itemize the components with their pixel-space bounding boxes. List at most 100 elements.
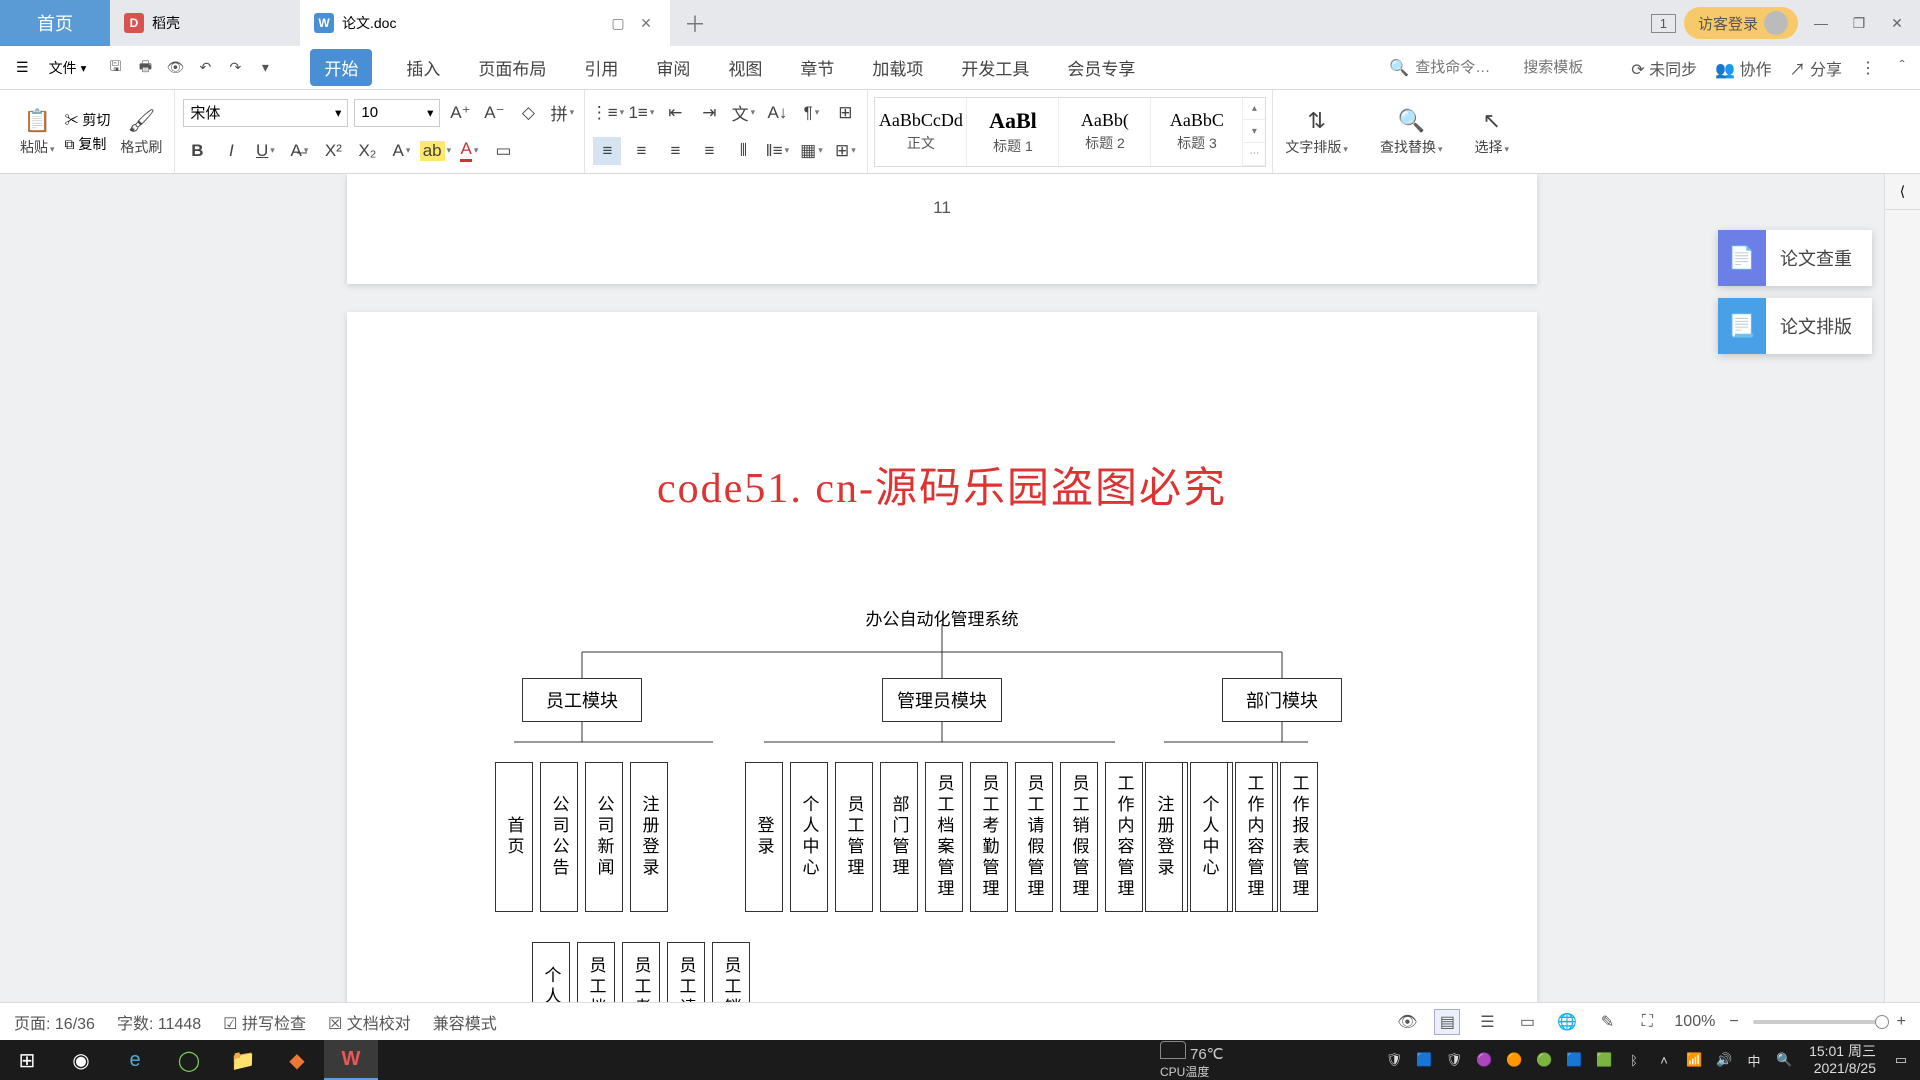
notifications-icon[interactable]: ▭ [1890, 1049, 1912, 1071]
tray-icon[interactable]: 🟢 [1533, 1049, 1555, 1071]
undo-icon[interactable]: ↶ [194, 57, 216, 79]
format-brush[interactable]: 🖌格式刷 [116, 107, 166, 157]
highlight-button[interactable]: ab [421, 137, 449, 165]
clear-format-icon[interactable]: ◇ [514, 99, 542, 127]
browser-icon[interactable]: ◯ [162, 1040, 216, 1080]
ribbon-tab[interactable]: 插入 [402, 49, 444, 86]
style-item[interactable]: AaBbC标题 3 [1151, 98, 1243, 166]
eye-icon[interactable]: 👁 [1394, 1009, 1420, 1035]
paper-layout-card[interactable]: 📃论文排版 [1718, 298, 1872, 354]
view-page-icon[interactable]: ▤ [1434, 1009, 1460, 1035]
search-command[interactable]: 🔍 [1389, 58, 1505, 78]
hamburger-icon[interactable]: ☰ [8, 55, 37, 80]
cut-button[interactable]: ✂ 剪切 [65, 110, 111, 130]
style-up-icon[interactable]: ▴ [1243, 98, 1265, 121]
text-effect-icon[interactable]: A [387, 137, 415, 165]
line-spacing-button[interactable]: ‖≡ [763, 137, 791, 165]
char-border-icon[interactable]: ▭ [489, 137, 517, 165]
login-button[interactable]: 访客登录 [1684, 7, 1798, 39]
tab-home[interactable]: 首页 [0, 0, 110, 46]
file-menu[interactable]: 文件 ▾ [41, 54, 95, 82]
status-page[interactable]: 页面: 16/36 [14, 1010, 95, 1034]
dec-indent-icon[interactable]: ⇤ [661, 99, 689, 127]
bold-button[interactable]: B [183, 137, 211, 165]
style-item[interactable]: AaBbCcDd正文 [875, 98, 967, 166]
find-replace-button[interactable]: 🔍查找替换 [1376, 107, 1447, 157]
search-tray-icon[interactable]: 🔍 [1773, 1049, 1795, 1071]
print-icon[interactable]: 🖶 [134, 57, 156, 79]
superscript-button[interactable]: X² [319, 137, 347, 165]
collapse-panel-icon[interactable]: ⟨ [1885, 174, 1920, 210]
tray-icon[interactable]: 🛡 [1443, 1049, 1465, 1071]
align-right-button[interactable]: ≡ [661, 137, 689, 165]
tab-close-icon[interactable]: ✕ [636, 13, 656, 33]
ribbon-tab[interactable]: 加载项 [868, 49, 927, 86]
annotate-icon[interactable]: ✎ [1594, 1009, 1620, 1035]
ribbon-tab[interactable]: 章节 [796, 49, 838, 86]
tray-icon[interactable]: 🟣 [1473, 1049, 1495, 1071]
tab-dk[interactable]: D 稻壳 [110, 0, 300, 46]
ribbon-tab[interactable]: 审阅 [652, 49, 694, 86]
tray-icon[interactable]: 🟠 [1503, 1049, 1525, 1071]
tab-popout-icon[interactable]: ▢ [608, 13, 628, 33]
check-plagiarism-card[interactable]: 📄论文查重 [1718, 230, 1872, 286]
align-justify-button[interactable]: ≡ [695, 137, 723, 165]
redo-icon[interactable]: ↷ [224, 57, 246, 79]
new-tab-button[interactable]: ＋ [670, 7, 720, 39]
maximize-icon[interactable]: ❐ [1844, 8, 1874, 38]
font-select[interactable]: 宋体▾ [183, 99, 348, 127]
grow-font-icon[interactable]: A⁺ [446, 99, 474, 127]
size-select[interactable]: 10▾ [354, 99, 440, 127]
strike-button[interactable]: A̶ [285, 137, 313, 165]
status-words[interactable]: 字数: 11448 [117, 1010, 201, 1034]
fit-icon[interactable]: ⛶ [1634, 1009, 1660, 1035]
italic-button[interactable]: I [217, 137, 245, 165]
style-item[interactable]: AaBb(标题 2 [1059, 98, 1151, 166]
show-marks-icon[interactable]: ⊞ [831, 99, 859, 127]
document-area[interactable]: 11 办公自动化管理系统 员工模块 管理员模块 部门模块 首页公司公告公司新闻注… [0, 174, 1884, 1040]
share-button[interactable]: ↗ 分享 [1790, 56, 1842, 80]
zoom-in-button[interactable]: + [1897, 1013, 1906, 1031]
bullets-icon[interactable]: ⋮≡ [593, 99, 621, 127]
qa-more-icon[interactable]: ▾ [254, 57, 276, 79]
style-down-icon[interactable]: ▾ [1243, 120, 1265, 143]
phonetic-icon[interactable]: 拼 [548, 99, 576, 127]
tray-icon[interactable]: 🛡 [1383, 1049, 1405, 1071]
style-item[interactable]: AaBl标题 1 [967, 98, 1059, 166]
select-button[interactable]: ↖选择 [1470, 107, 1513, 157]
ribbon-tab[interactable]: 开发工具 [957, 49, 1033, 86]
ribbon-tab[interactable]: 开始 [310, 49, 372, 86]
ribbon-tab[interactable]: 页面布局 [474, 49, 550, 86]
more-icon[interactable]: ⋮ [1860, 58, 1876, 78]
bluetooth-icon[interactable]: ᛒ [1623, 1049, 1645, 1071]
copy-button[interactable]: ⧉ 复制 [65, 134, 111, 154]
border-button[interactable]: ⊞ [831, 137, 859, 165]
tray-icon[interactable]: 🟩 [1593, 1049, 1615, 1071]
align-left-button[interactable]: ≡ [593, 137, 621, 165]
tab-document[interactable]: W 论文.doc ▢ ✕ [300, 0, 670, 46]
search-tpl-input[interactable] [1523, 59, 1613, 76]
tab-icon[interactable]: ¶ [797, 99, 825, 127]
status-proof[interactable]: ☒ 文档校对 [328, 1010, 411, 1034]
clock[interactable]: 15:01 周三 2021/8/25 [1803, 1043, 1882, 1077]
save-icon[interactable]: 🖫 [104, 57, 126, 79]
view-read-icon[interactable]: ▭ [1514, 1009, 1540, 1035]
sync-button[interactable]: ⟳ 未同步 [1631, 56, 1697, 80]
shading-button[interactable]: ▦ [797, 137, 825, 165]
asian-layout-icon[interactable]: 文 [729, 99, 757, 127]
subscript-button[interactable]: X₂ [353, 137, 381, 165]
ribbon-tab[interactable]: 会员专享 [1063, 49, 1139, 86]
zoom-out-button[interactable]: − [1729, 1013, 1738, 1031]
shrink-font-icon[interactable]: A⁻ [480, 99, 508, 127]
inc-indent-icon[interactable]: ⇥ [695, 99, 723, 127]
tray-icon[interactable]: 🟦 [1563, 1049, 1585, 1071]
badge-count[interactable]: 1 [1651, 14, 1676, 33]
collapse-ribbon-icon[interactable]: ＾ [1894, 56, 1910, 80]
underline-button[interactable]: U [251, 137, 279, 165]
coop-button[interactable]: 👥 协作 [1715, 56, 1771, 80]
task-app-icon[interactable]: ◉ [54, 1040, 108, 1080]
ribbon-tab[interactable]: 引用 [580, 49, 622, 86]
ie-icon[interactable]: e [108, 1040, 162, 1080]
start-button[interactable]: ⊞ [0, 1040, 54, 1080]
close-icon[interactable]: ✕ [1882, 8, 1912, 38]
